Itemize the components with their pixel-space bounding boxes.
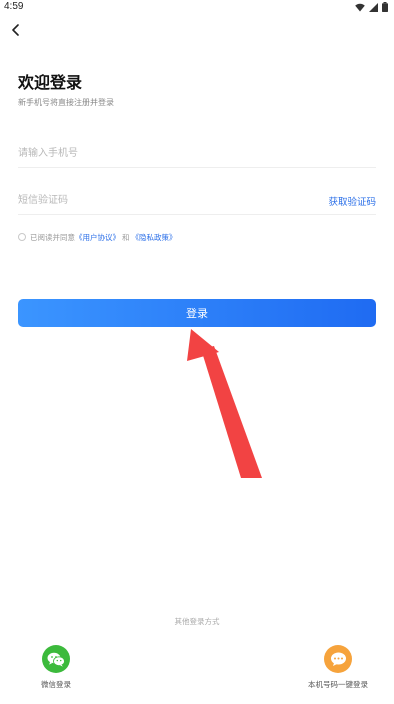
- other-login-label: 其他登录方式: [174, 617, 220, 626]
- wechat-login-label: 微信登录: [41, 680, 71, 689]
- wechat-icon: [42, 645, 70, 673]
- one-click-login-label: 本机号码一键登录: [308, 680, 368, 689]
- annotation-arrow: [187, 329, 262, 478]
- wechat-login-button[interactable]: 微信登录: [11, 645, 101, 690]
- arrow-shaft: [201, 346, 262, 478]
- chat-bubble-icon: [324, 645, 352, 673]
- one-click-login-button[interactable]: 本机号码一键登录: [293, 645, 383, 690]
